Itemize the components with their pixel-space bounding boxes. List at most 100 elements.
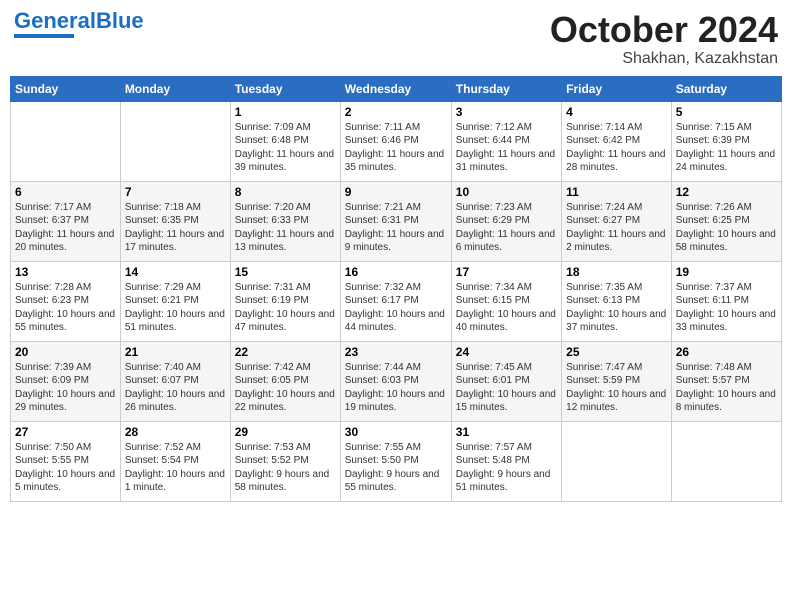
calendar-cell: 8 Sunrise: 7:20 AM Sunset: 6:33 PM Daylig… bbox=[230, 181, 340, 261]
calendar-cell: 23 Sunrise: 7:44 AM Sunset: 6:03 PM Dayli… bbox=[340, 341, 451, 421]
day-number: 31 bbox=[456, 425, 557, 439]
calendar-cell: 6 Sunrise: 7:17 AM Sunset: 6:37 PM Daylig… bbox=[11, 181, 121, 261]
calendar-cell: 20Sunrise: 7:39 AM Sunset: 6:09 PM Dayli… bbox=[11, 341, 121, 421]
day-number: 19 bbox=[676, 265, 777, 279]
calendar-cell: 18 Sunrise: 7:35 AM Sunset: 6:13 PM Dayli… bbox=[562, 261, 672, 341]
calendar-cell: 29Sunrise: 7:53 AM Sunset: 5:52 PM Dayli… bbox=[230, 421, 340, 501]
day-number: 8 bbox=[235, 185, 336, 199]
calendar-table: SundayMondayTuesdayWednesdayThursdayFrid… bbox=[10, 76, 782, 502]
calendar-cell: 1 Sunrise: 7:09 AM Sunset: 6:48 PM Daylig… bbox=[230, 101, 340, 181]
day-number: 21 bbox=[125, 345, 226, 359]
weekday-header: Sunday bbox=[11, 76, 121, 101]
day-number: 23 bbox=[345, 345, 447, 359]
day-info: Sunrise: 7:20 AM Sunset: 6:33 PM Dayligh… bbox=[235, 201, 336, 255]
calendar-cell: 5Sunrise: 7:15 AM Sunset: 6:39 PM Daylig… bbox=[671, 101, 781, 181]
calendar-cell: 13 Sunrise: 7:28 AM Sunset: 6:23 PM Dayli… bbox=[11, 261, 121, 341]
location-subtitle: Shakhan, Kazakhstan bbox=[550, 50, 778, 68]
weekday-header: Wednesday bbox=[340, 76, 451, 101]
calendar-cell: 31 Sunrise: 7:57 AM Sunset: 5:48 PM Dayli… bbox=[451, 421, 561, 501]
day-info: Sunrise: 7:09 AM Sunset: 6:48 PM Dayligh… bbox=[235, 121, 336, 175]
day-number: 20 bbox=[15, 345, 116, 359]
day-info: Sunrise: 7:47 AM Sunset: 5:59 PM Dayligh… bbox=[566, 361, 667, 415]
title-block: October 2024 Shakhan, Kazakhstan bbox=[550, 10, 778, 68]
calendar-cell: 3 Sunrise: 7:12 AM Sunset: 6:44 PM Daylig… bbox=[451, 101, 561, 181]
calendar-cell: 30Sunrise: 7:55 AM Sunset: 5:50 PM Dayli… bbox=[340, 421, 451, 501]
day-number: 10 bbox=[456, 185, 557, 199]
day-info: Sunrise: 7:23 AM Sunset: 6:29 PM Dayligh… bbox=[456, 201, 557, 255]
day-info: Sunrise: 7:44 AM Sunset: 6:03 PM Dayligh… bbox=[345, 361, 447, 415]
day-number: 13 bbox=[15, 265, 116, 279]
calendar-cell: 16 Sunrise: 7:32 AM Sunset: 6:17 PM Dayli… bbox=[340, 261, 451, 341]
day-info: Sunrise: 7:34 AM Sunset: 6:15 PM Dayligh… bbox=[456, 281, 557, 335]
logo-text: GeneralBlue bbox=[14, 10, 144, 32]
calendar-cell: 19 Sunrise: 7:37 AM Sunset: 6:11 PM Dayli… bbox=[671, 261, 781, 341]
day-number: 27 bbox=[15, 425, 116, 439]
day-number: 17 bbox=[456, 265, 557, 279]
day-number: 3 bbox=[456, 105, 557, 119]
day-info: Sunrise: 7:57 AM Sunset: 5:48 PM Dayligh… bbox=[456, 441, 557, 495]
day-number: 4 bbox=[566, 105, 667, 119]
logo: GeneralBlue bbox=[14, 10, 144, 38]
day-number: 24 bbox=[456, 345, 557, 359]
day-info: Sunrise: 7:40 AM Sunset: 6:07 PM Dayligh… bbox=[125, 361, 226, 415]
day-number: 25 bbox=[566, 345, 667, 359]
day-info: Sunrise: 7:17 AM Sunset: 6:37 PM Dayligh… bbox=[15, 201, 116, 255]
day-number: 1 bbox=[235, 105, 336, 119]
calendar-cell: 25 Sunrise: 7:47 AM Sunset: 5:59 PM Dayli… bbox=[562, 341, 672, 421]
calendar-cell: 10 Sunrise: 7:23 AM Sunset: 6:29 PM Dayli… bbox=[451, 181, 561, 261]
day-info: Sunrise: 7:48 AM Sunset: 5:57 PM Dayligh… bbox=[676, 361, 777, 415]
day-info: Sunrise: 7:12 AM Sunset: 6:44 PM Dayligh… bbox=[456, 121, 557, 175]
calendar-cell: 24 Sunrise: 7:45 AM Sunset: 6:01 PM Dayli… bbox=[451, 341, 561, 421]
page-header: GeneralBlue October 2024 Shakhan, Kazakh… bbox=[10, 10, 782, 68]
calendar-cell: 9 Sunrise: 7:21 AM Sunset: 6:31 PM Daylig… bbox=[340, 181, 451, 261]
calendar-cell: 11Sunrise: 7:24 AM Sunset: 6:27 PM Dayli… bbox=[562, 181, 672, 261]
weekday-header: Saturday bbox=[671, 76, 781, 101]
calendar-cell: 17 Sunrise: 7:34 AM Sunset: 6:15 PM Dayli… bbox=[451, 261, 561, 341]
calendar-cell bbox=[562, 421, 672, 501]
day-info: Sunrise: 7:53 AM Sunset: 5:52 PM Dayligh… bbox=[235, 441, 336, 495]
weekday-header: Thursday bbox=[451, 76, 561, 101]
day-number: 2 bbox=[345, 105, 447, 119]
weekday-header-row: SundayMondayTuesdayWednesdayThursdayFrid… bbox=[11, 76, 782, 101]
calendar-row: 1 Sunrise: 7:09 AM Sunset: 6:48 PM Daylig… bbox=[11, 101, 782, 181]
day-number: 9 bbox=[345, 185, 447, 199]
day-info: Sunrise: 7:45 AM Sunset: 6:01 PM Dayligh… bbox=[456, 361, 557, 415]
calendar-row: 13 Sunrise: 7:28 AM Sunset: 6:23 PM Dayli… bbox=[11, 261, 782, 341]
day-info: Sunrise: 7:14 AM Sunset: 6:42 PM Dayligh… bbox=[566, 121, 667, 175]
calendar-cell: 7Sunrise: 7:18 AM Sunset: 6:35 PM Daylig… bbox=[120, 181, 230, 261]
day-number: 6 bbox=[15, 185, 116, 199]
day-info: Sunrise: 7:55 AM Sunset: 5:50 PM Dayligh… bbox=[345, 441, 447, 495]
day-info: Sunrise: 7:28 AM Sunset: 6:23 PM Dayligh… bbox=[15, 281, 116, 335]
day-info: Sunrise: 7:29 AM Sunset: 6:21 PM Dayligh… bbox=[125, 281, 226, 335]
calendar-cell bbox=[671, 421, 781, 501]
day-info: Sunrise: 7:32 AM Sunset: 6:17 PM Dayligh… bbox=[345, 281, 447, 335]
logo-blue: Blue bbox=[96, 8, 144, 33]
day-number: 11 bbox=[566, 185, 667, 199]
day-number: 12 bbox=[676, 185, 777, 199]
calendar-cell: 12 Sunrise: 7:26 AM Sunset: 6:25 PM Dayli… bbox=[671, 181, 781, 261]
day-number: 7 bbox=[125, 185, 226, 199]
day-info: Sunrise: 7:31 AM Sunset: 6:19 PM Dayligh… bbox=[235, 281, 336, 335]
calendar-row: 27Sunrise: 7:50 AM Sunset: 5:55 PM Dayli… bbox=[11, 421, 782, 501]
day-number: 22 bbox=[235, 345, 336, 359]
day-info: Sunrise: 7:21 AM Sunset: 6:31 PM Dayligh… bbox=[345, 201, 447, 255]
calendar-row: 6 Sunrise: 7:17 AM Sunset: 6:37 PM Daylig… bbox=[11, 181, 782, 261]
logo-bar bbox=[14, 34, 74, 38]
calendar-cell: 22 Sunrise: 7:42 AM Sunset: 6:05 PM Dayli… bbox=[230, 341, 340, 421]
calendar-cell: 26Sunrise: 7:48 AM Sunset: 5:57 PM Dayli… bbox=[671, 341, 781, 421]
month-title: October 2024 bbox=[550, 10, 778, 50]
calendar-cell: 14Sunrise: 7:29 AM Sunset: 6:21 PM Dayli… bbox=[120, 261, 230, 341]
day-info: Sunrise: 7:42 AM Sunset: 6:05 PM Dayligh… bbox=[235, 361, 336, 415]
weekday-header: Friday bbox=[562, 76, 672, 101]
day-info: Sunrise: 7:35 AM Sunset: 6:13 PM Dayligh… bbox=[566, 281, 667, 335]
day-info: Sunrise: 7:26 AM Sunset: 6:25 PM Dayligh… bbox=[676, 201, 777, 255]
calendar-cell: 28Sunrise: 7:52 AM Sunset: 5:54 PM Dayli… bbox=[120, 421, 230, 501]
logo-general: General bbox=[14, 8, 96, 33]
calendar-cell: 27Sunrise: 7:50 AM Sunset: 5:55 PM Dayli… bbox=[11, 421, 121, 501]
day-number: 18 bbox=[566, 265, 667, 279]
day-number: 16 bbox=[345, 265, 447, 279]
day-info: Sunrise: 7:52 AM Sunset: 5:54 PM Dayligh… bbox=[125, 441, 226, 495]
day-number: 15 bbox=[235, 265, 336, 279]
calendar-cell: 21 Sunrise: 7:40 AM Sunset: 6:07 PM Dayli… bbox=[120, 341, 230, 421]
day-info: Sunrise: 7:37 AM Sunset: 6:11 PM Dayligh… bbox=[676, 281, 777, 335]
